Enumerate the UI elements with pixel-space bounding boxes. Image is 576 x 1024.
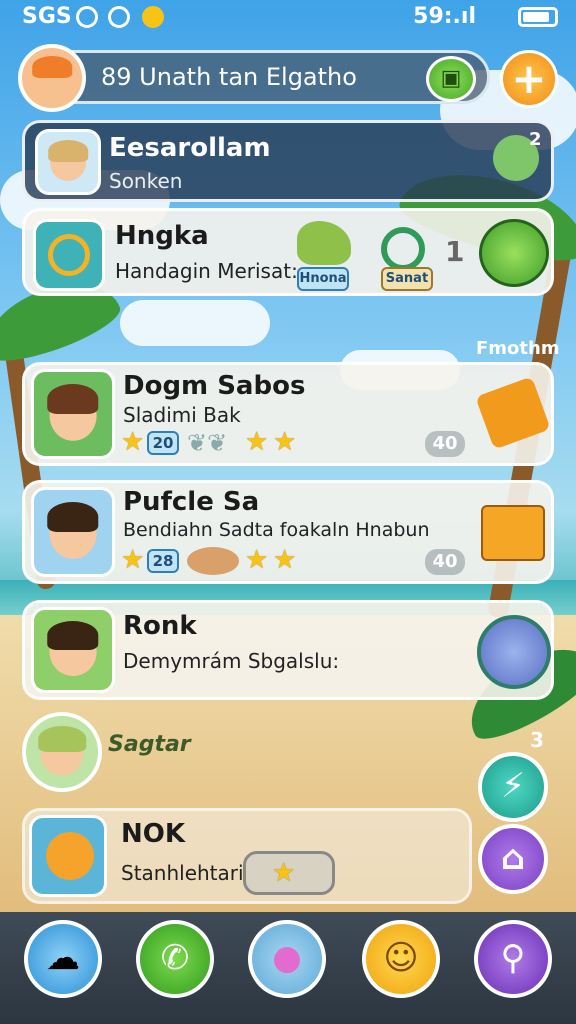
list-item[interactable]: Ronk Demymrám Sbgalslu: xyxy=(22,600,554,700)
stars-button[interactable]: ★ xyxy=(243,851,335,895)
item-title: Sagtar xyxy=(108,732,191,757)
item-label: Sanat xyxy=(381,267,433,291)
list-item[interactable]: Dogm Sabos Sladimi Bak ★ 20 ❦❦ ★ ★ 40 xyxy=(22,362,554,466)
avatar xyxy=(31,607,115,693)
item-title: Pufcle Sa xyxy=(123,487,260,517)
chat-icon[interactable]: ☁ xyxy=(24,920,102,998)
list-item[interactable]: Hngka Handagin Merisat: Hnona Sanat 1 xyxy=(22,208,554,296)
corner-badge: 2 xyxy=(529,129,542,150)
level-badge: 20 xyxy=(147,431,179,455)
item-title: Ronk xyxy=(123,611,197,641)
coin-icon xyxy=(142,6,164,28)
level-badge: 28 xyxy=(147,549,179,573)
add-button[interactable]: + xyxy=(500,50,558,108)
status-right-text: 59:.ıl xyxy=(413,4,476,29)
avatar xyxy=(31,369,115,459)
search-icon[interactable]: ⚲ xyxy=(474,920,552,998)
status-bar: SGS 59:.ıl xyxy=(0,0,576,36)
item-count: 1 xyxy=(445,235,465,268)
phone-icon[interactable]: ✆ xyxy=(136,920,214,998)
item-title: NOK xyxy=(121,819,186,849)
avatar-hair xyxy=(47,383,99,414)
avatar[interactable] xyxy=(22,712,102,792)
item-title: Dogm Sabos xyxy=(123,371,306,401)
item-subtitle: Stanhlehtari xyxy=(121,861,244,885)
bag-icon[interactable]: ▣ xyxy=(426,56,476,102)
tool-icon xyxy=(475,376,551,450)
star-icon: ★ xyxy=(121,427,145,457)
star-icon: ★ xyxy=(273,545,297,575)
corner-badge: 3 xyxy=(530,728,544,752)
avatar-hair xyxy=(47,621,99,650)
item-subtitle: Sonken xyxy=(109,169,183,193)
item-subtitle: Sladimi Bak xyxy=(123,403,241,427)
dragon-icon xyxy=(297,221,351,265)
lightning-button[interactable]: ⚡ xyxy=(478,752,548,822)
avatar-hair xyxy=(32,56,72,78)
cloud xyxy=(120,300,270,346)
swirl-icon xyxy=(381,227,425,271)
item-subtitle: Demymrám Sbgalslu: xyxy=(123,649,340,673)
star-icon: ★ xyxy=(245,427,269,457)
avatar xyxy=(35,129,101,195)
avatar-hair xyxy=(38,726,86,752)
section-label: Fmothm xyxy=(476,338,560,359)
cat-icon xyxy=(477,615,551,689)
hat-icon xyxy=(48,140,88,162)
refresh-icon xyxy=(33,219,105,291)
status-left-text: SGS xyxy=(22,4,72,29)
item-label: Hnona xyxy=(297,267,349,291)
list-item[interactable]: Pufcle Sa Bendiahn Sadta foakaln Hnabun … xyxy=(22,480,554,584)
fish-icon xyxy=(46,832,94,880)
profile-title: 89 Unath tan Elgatho xyxy=(101,63,357,91)
star-icon: ★ xyxy=(121,545,145,575)
home-button[interactable]: ⌂ xyxy=(478,824,548,894)
list-item[interactable]: NOK Stanhlehtari ★ xyxy=(22,808,472,904)
profile-bar[interactable]: 89 Unath tan Elgatho xyxy=(20,50,490,104)
level-pill: 40 xyxy=(425,431,465,457)
item-subtitle: Handagin Merisat: xyxy=(115,259,298,283)
monster-icon xyxy=(479,219,549,287)
fish-icon xyxy=(187,547,239,575)
star-icon: ★ xyxy=(272,858,296,888)
avatar-hair xyxy=(47,501,99,532)
ring xyxy=(48,234,90,276)
list-item[interactable]: Eesarollam Sonken 2 xyxy=(22,120,554,202)
level-pill: 40 xyxy=(425,549,465,575)
item-title: Hngka xyxy=(115,221,209,251)
battery-icon xyxy=(518,7,558,27)
star-icon: ★ xyxy=(245,545,269,575)
fish-avatar xyxy=(29,815,107,897)
avatar[interactable] xyxy=(18,44,86,112)
star-icon: ★ xyxy=(273,427,297,457)
sun-icon[interactable]: ☺ xyxy=(362,920,440,998)
avatar xyxy=(31,487,115,577)
alarm-icon xyxy=(108,6,130,28)
wings-icon: ❦❦ xyxy=(187,429,228,457)
monster-icon[interactable]: ● xyxy=(248,920,326,998)
box-icon xyxy=(481,505,545,561)
shield-icon xyxy=(76,6,98,28)
item-title: Eesarollam xyxy=(109,133,271,163)
item-subtitle: Bendiahn Sadta foakaln Hnabun xyxy=(123,519,430,541)
